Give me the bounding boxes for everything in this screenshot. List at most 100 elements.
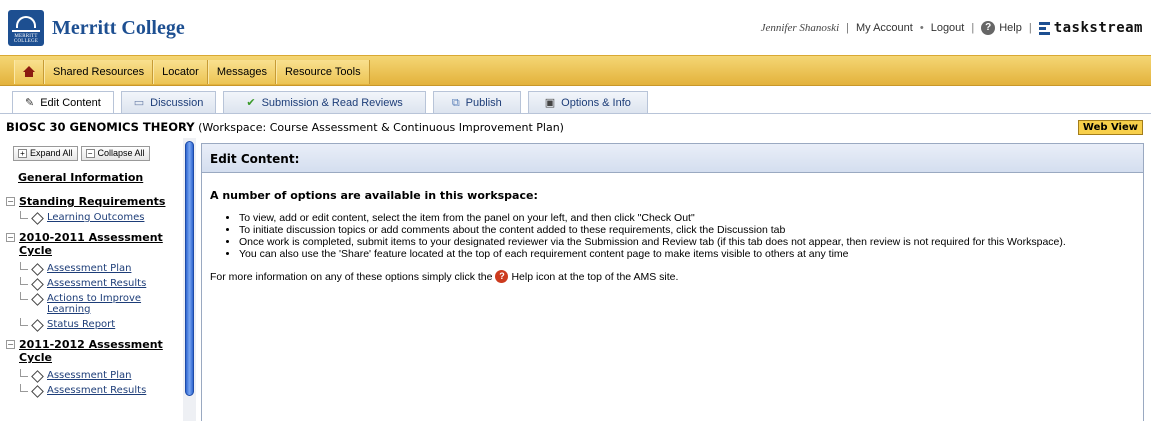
tree-connector	[20, 384, 28, 392]
requirement-diamond-icon	[31, 370, 44, 383]
nav-resource-tools[interactable]: Resource Tools	[275, 60, 370, 84]
main-nav: Shared Resources Locator Messages Resour…	[14, 60, 370, 84]
tree-item[interactable]: Status Report	[20, 318, 174, 332]
header: MERRITT COLLEGE Merritt College Jennifer…	[0, 0, 1151, 55]
tree-connector	[20, 369, 28, 377]
general-information-link[interactable]: General Information	[18, 171, 174, 184]
tree-connector	[20, 318, 28, 326]
tab-label: Edit Content	[40, 97, 101, 109]
tree-item[interactable]: Assessment Results	[20, 384, 174, 398]
list-item: To view, add or edit content, select the…	[239, 212, 1143, 224]
collapse-all-button[interactable]: − Collapse All	[80, 146, 150, 161]
scrollbar-thumb[interactable]	[185, 141, 194, 396]
minus-icon: −	[85, 149, 95, 158]
logo-text: MERRITT COLLEGE	[13, 34, 39, 44]
bullet-separator: •	[919, 22, 924, 34]
tab-label: Options & Info	[561, 96, 631, 109]
plus-icon: +	[18, 149, 27, 158]
tree-group-label[interactable]: 2010-2011 Assessment Cycle	[19, 231, 174, 257]
nav-locator[interactable]: Locator	[153, 60, 208, 84]
options-list: To view, add or edit content, select the…	[231, 212, 1143, 260]
pencil-icon: ✎	[25, 97, 35, 109]
tree-group-2010-2011[interactable]: − 2010-2011 Assessment Cycle	[6, 231, 174, 257]
workspace-name: (Workspace: Course Assessment & Continuo…	[194, 121, 564, 134]
tree-item[interactable]: Assessment Results	[20, 277, 174, 291]
taskstream-brand[interactable]: taskstream	[1054, 20, 1143, 36]
tree-item-label[interactable]: Learning Outcomes	[47, 212, 144, 223]
tree-group-label[interactable]: Standing Requirements	[19, 195, 165, 208]
publish-icon: ⧉	[451, 96, 460, 109]
tree-item-label[interactable]: Assessment Results	[47, 385, 146, 396]
brand-name[interactable]: Merritt College	[52, 17, 185, 40]
tree-item[interactable]: Assessment Plan	[20, 369, 174, 383]
tree-connector	[20, 211, 28, 219]
list-item: To initiate discussion topics or add com…	[239, 224, 1143, 236]
taskstream-logo-icon[interactable]	[1038, 21, 1050, 35]
tree-group-2011-2012[interactable]: − 2011-2012 Assessment Cycle	[6, 338, 174, 364]
web-view-button[interactable]: Web View	[1077, 120, 1143, 135]
workspace-tabs: ✎ Edit Content ▭ Discussion ✔ Submission…	[12, 91, 655, 114]
tree-item-label[interactable]: Actions to Improve Learning	[47, 293, 147, 315]
collapse-toggle-icon[interactable]: −	[6, 197, 15, 206]
expand-all-button[interactable]: + Expand All	[13, 146, 78, 161]
requirement-diamond-icon	[31, 263, 44, 276]
tree-connector	[20, 262, 28, 270]
user-bar: Jennifer Shanoski | My Account • Logout …	[761, 20, 1143, 36]
nav-messages[interactable]: Messages	[207, 60, 276, 84]
tab-edit-content[interactable]: ✎ Edit Content	[12, 91, 114, 114]
course-title-bar: BIOSC 30 GENOMICS THEORY (Workspace: Cou…	[0, 113, 1151, 138]
left-panel-scrollbar[interactable]	[183, 138, 196, 421]
info-icon: ▣	[544, 96, 556, 109]
tab-label: Discussion	[150, 96, 204, 109]
list-item: You can also use the 'Share' feature loc…	[239, 248, 1143, 260]
requirement-diamond-icon	[31, 212, 44, 225]
college-logo[interactable]: MERRITT COLLEGE	[8, 10, 44, 46]
tree-group-standing-requirements[interactable]: − Standing Requirements	[6, 195, 174, 208]
tree-item[interactable]: Actions to Improve Learning	[20, 292, 174, 315]
expand-all-label: Expand All	[30, 148, 73, 158]
logout-link[interactable]: Logout	[931, 22, 965, 34]
tree-item-label[interactable]: Assessment Results	[47, 278, 146, 289]
tree-connector	[20, 277, 28, 285]
tab-options-info[interactable]: ▣ Options & Info	[527, 91, 648, 113]
tree-connector	[20, 292, 28, 300]
content-heading: Edit Content:	[202, 144, 1143, 173]
speech-bubble-icon: ▭	[133, 96, 145, 109]
tree-group-label[interactable]: 2011-2012 Assessment Cycle	[19, 338, 174, 364]
separator: |	[846, 22, 849, 34]
course-name: BIOSC 30 GENOMICS THEORY	[6, 120, 195, 134]
requirements-panel: + Expand All − Collapse All General Info…	[0, 138, 196, 421]
tree-item-label[interactable]: Assessment Plan	[47, 370, 131, 381]
help-icon[interactable]: ?	[981, 21, 996, 35]
tree-controls: + Expand All − Collapse All	[13, 146, 153, 161]
tree-item-label[interactable]: Assessment Plan	[47, 263, 131, 274]
logo-dome-shape	[16, 16, 36, 28]
home-icon	[23, 65, 35, 77]
user-name: Jennifer Shanoski	[760, 22, 840, 34]
intro-text: A number of options are available in thi…	[210, 189, 538, 202]
help-icon: ?	[495, 270, 509, 283]
tree-item-label[interactable]: Status Report	[47, 319, 115, 330]
collapse-toggle-icon[interactable]: −	[6, 340, 15, 349]
requirements-tree: General Information − Standing Requireme…	[6, 171, 174, 398]
requirement-diamond-icon	[31, 385, 44, 398]
more-info-after: Help icon at the top of the AMS site.	[511, 270, 679, 283]
tree-item[interactable]: Assessment Plan	[20, 262, 174, 276]
nav-shared-resources[interactable]: Shared Resources	[44, 60, 154, 84]
tab-label: Submission & Read Reviews	[261, 96, 403, 109]
separator: |	[971, 22, 975, 34]
main-nav-bar: Shared Resources Locator Messages Resour…	[0, 55, 1151, 86]
requirement-diamond-icon	[31, 293, 44, 306]
tab-publish[interactable]: ⧉ Publish	[432, 91, 521, 113]
home-button[interactable]	[14, 60, 44, 84]
collapse-toggle-icon[interactable]: −	[6, 233, 15, 242]
my-account-link[interactable]: My Account	[856, 22, 913, 34]
tab-discussion[interactable]: ▭ Discussion	[120, 91, 217, 113]
tab-label: Publish	[465, 96, 502, 109]
tab-submission-read-reviews[interactable]: ✔ Submission & Read Reviews	[223, 91, 426, 113]
logo-base-shape	[12, 30, 40, 32]
tree-item[interactable]: Learning Outcomes	[20, 211, 174, 225]
help-link[interactable]: Help	[999, 22, 1022, 34]
more-info-text: For more information on any of these opt…	[210, 270, 1143, 283]
course-title: BIOSC 30 GENOMICS THEORY (Workspace: Cou…	[6, 120, 564, 134]
